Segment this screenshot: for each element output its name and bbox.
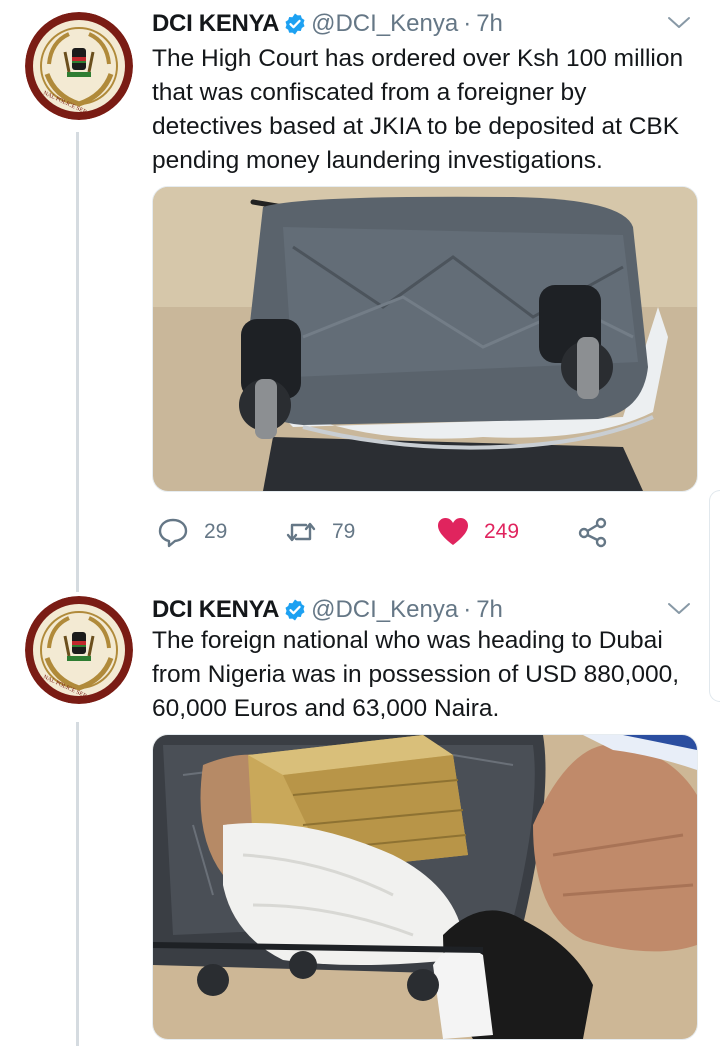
author-name[interactable]: DCI KENYA — [152, 10, 279, 38]
police-badge-icon: NAL POLICE SER — [25, 596, 133, 704]
tweet-text-line: pending money laundering investigations. — [152, 147, 603, 174]
tweet-text: The High Court has ordered over Ksh 100 … — [152, 42, 700, 178]
photo-suitcase-closed — [153, 187, 697, 491]
author-handle[interactable]: @DCI_Kenya — [311, 10, 458, 38]
verified-badge-icon — [283, 12, 307, 36]
tweet-text: The foreign national who was heading to … — [152, 624, 700, 726]
reply-icon — [158, 518, 188, 548]
tweet-text-line: The foreign national who was heading to … — [152, 627, 663, 654]
tweet-text-line: that was confiscated from a foreigner by — [152, 79, 587, 106]
tweet-header: DCI KENYA @DCI_Kenya · 7h — [152, 4, 503, 44]
chevron-down-icon[interactable] — [664, 594, 694, 624]
avatar[interactable]: NAL POLICE SER — [25, 12, 133, 120]
separator-dot: · — [463, 10, 472, 37]
photo-suitcase-open-cash — [153, 735, 697, 1039]
police-badge-icon: NAL POLICE SER — [25, 12, 133, 120]
share-icon — [578, 517, 607, 548]
share-button[interactable] — [576, 512, 610, 552]
tweet-text-line: The High Court has ordered over Ksh 100 … — [152, 45, 684, 72]
reply-count: 29 — [204, 520, 228, 543]
tweet-text-line: detectives based at JKIA to be deposited… — [152, 113, 680, 140]
tweet-photo[interactable] — [152, 186, 698, 492]
thread-connector-line — [76, 132, 79, 592]
avatar[interactable]: NAL POLICE SER — [25, 596, 133, 704]
verified-badge-icon — [283, 598, 307, 622]
reply-button[interactable]: 29 — [156, 512, 227, 552]
retweet-button[interactable]: 79 — [284, 512, 355, 552]
like-count: 249 — [484, 520, 520, 543]
separator-dot: · — [463, 596, 472, 623]
chevron-down-icon[interactable] — [664, 8, 694, 38]
author-handle[interactable]: @DCI_Kenya — [311, 596, 458, 624]
retweet-count: 79 — [332, 520, 356, 543]
heart-icon — [438, 518, 468, 545]
thread-connector-line — [76, 722, 79, 1046]
tweet-timestamp[interactable]: 7h — [476, 596, 503, 624]
tweet-text-line: 60,000 Euros and 63,000 Naira. — [152, 695, 500, 722]
retweet-icon — [286, 522, 316, 542]
tweet-text-line: from Nigeria was in possession of USD 88… — [152, 661, 680, 688]
tweet-timestamp[interactable]: 7h — [476, 10, 503, 38]
author-name[interactable]: DCI KENYA — [152, 596, 279, 624]
tweet-actions: 29 79 249 — [152, 512, 712, 552]
like-button[interactable]: 249 — [436, 512, 519, 552]
tweet-photo[interactable] — [152, 734, 698, 1040]
